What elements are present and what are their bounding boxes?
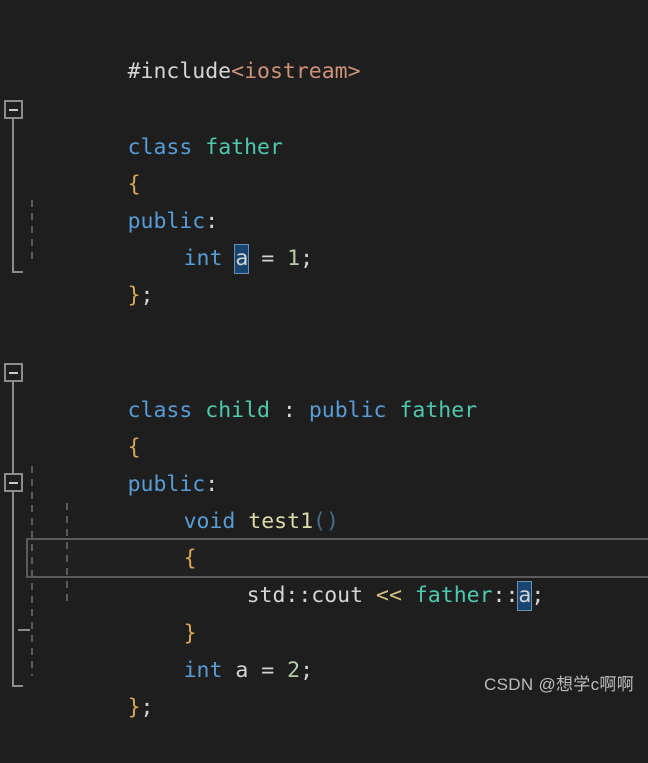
code-line-5[interactable]: public:	[0, 166, 648, 234]
token-iostream-header: <iostream>	[231, 59, 361, 84]
code-line-17[interactable]: int a = 2;	[0, 615, 648, 683]
token-semicolon-father-class: ;	[140, 283, 154, 308]
code-line-16[interactable]: }	[0, 578, 648, 646]
code-line-1[interactable]: #include<iostream>	[0, 16, 648, 84]
token-include-directive: #include	[127, 59, 232, 84]
code-line-15[interactable]: std::cout << father::a;	[0, 540, 648, 611]
token-semicolon-child-class: ;	[140, 695, 154, 720]
code-line-11[interactable]: {	[0, 392, 648, 460]
code-line-10[interactable]: class child : public father	[0, 355, 648, 423]
code-line-6[interactable]: int a = 1;	[0, 203, 648, 274]
code-line-14[interactable]: {	[0, 503, 648, 571]
token-brace-close-child: }	[127, 695, 141, 720]
code-line-13[interactable]: void test1()	[0, 466, 648, 534]
code-editor[interactable]: #include<iostream> class father { public…	[0, 0, 648, 720]
code-line-7[interactable]: };	[0, 240, 648, 308]
code-line-4[interactable]: {	[0, 129, 648, 197]
csdn-watermark: CSDN @想学c啊啊	[484, 675, 634, 694]
code-line-12[interactable]: public:	[0, 429, 648, 497]
token-brace-close-father: }	[127, 283, 141, 308]
code-line-3[interactable]: class father	[0, 92, 648, 160]
code-content[interactable]: #include<iostream> class father { public…	[0, 0, 648, 720]
